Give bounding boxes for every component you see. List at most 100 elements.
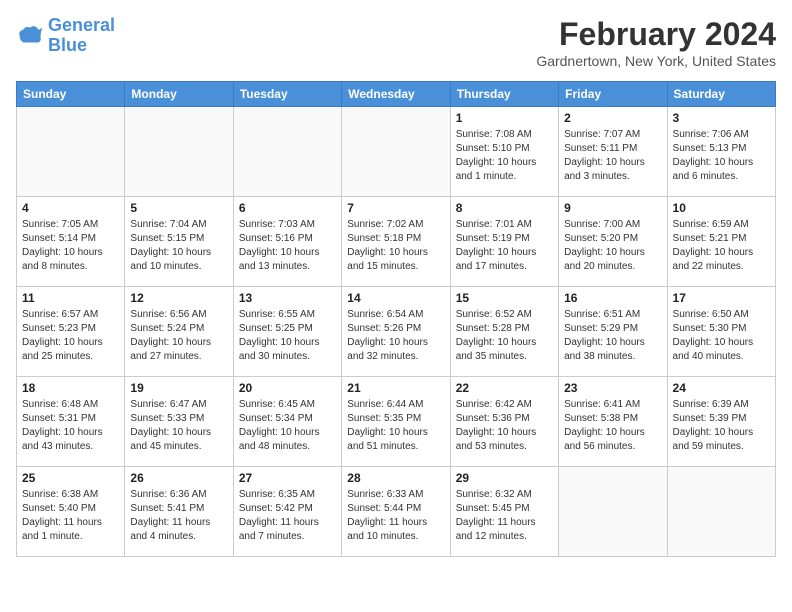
location: Gardnertown, New York, United States: [536, 53, 776, 69]
day-info: Sunrise: 6:56 AM Sunset: 5:24 PM Dayligh…: [130, 308, 227, 364]
day-number: 11: [22, 291, 119, 305]
day-number: 24: [673, 381, 770, 395]
day-number: 29: [456, 471, 553, 485]
day-cell-1-1: 5 Sunrise: 7:04 AM Sunset: 5:15 PM Daylig…: [125, 197, 233, 287]
page-header: General Blue February 2024 Gardnertown, …: [16, 16, 776, 69]
day-cell-3-4: 22Sunrise: 6:42 AM Sunset: 5:36 PM Dayli…: [450, 377, 558, 467]
day-info: Sunrise: 6:42 AM Sunset: 5:36 PM Dayligh…: [456, 398, 553, 454]
day-info: Sunrise: 6:52 AM Sunset: 5:28 PM Dayligh…: [456, 308, 553, 364]
week-row-2: 4 Sunrise: 7:05 AM Sunset: 5:14 PM Daylig…: [17, 197, 776, 287]
day-number: 3: [673, 111, 770, 125]
day-info: Sunrise: 6:35 AM Sunset: 5:42 PM Dayligh…: [239, 488, 336, 544]
day-number: 15: [456, 291, 553, 305]
col-tuesday: Tuesday: [233, 82, 341, 107]
day-info: Sunrise: 6:32 AM Sunset: 5:45 PM Dayligh…: [456, 488, 553, 544]
day-cell-0-4: 1 Sunrise: 7:08 AM Sunset: 5:10 PM Daylig…: [450, 107, 558, 197]
day-info: Sunrise: 6:51 AM Sunset: 5:29 PM Dayligh…: [564, 308, 661, 364]
day-number: 21: [347, 381, 444, 395]
month-year: February 2024: [536, 16, 776, 53]
day-cell-4-1: 26 Sunrise: 6:36 AM Sunset: 5:41 PM Dayli…: [125, 467, 233, 557]
day-info: Sunrise: 7:01 AM Sunset: 5:19 PM Dayligh…: [456, 218, 553, 274]
day-cell-0-5: 2 Sunrise: 7:07 AM Sunset: 5:11 PM Daylig…: [559, 107, 667, 197]
day-cell-3-1: 19 Sunrise: 6:47 AM Sunset: 5:33 PM Dayli…: [125, 377, 233, 467]
day-info: Sunrise: 6:59 AM Sunset: 5:21 PM Dayligh…: [673, 218, 770, 274]
day-info: Sunrise: 6:44 AM Sunset: 5:35 PM Dayligh…: [347, 398, 444, 454]
day-info: Sunrise: 7:08 AM Sunset: 5:10 PM Dayligh…: [456, 128, 553, 184]
day-cell-2-1: 12 Sunrise: 6:56 AM Sunset: 5:24 PM Dayli…: [125, 287, 233, 377]
col-saturday: Saturday: [667, 82, 775, 107]
day-cell-3-3: 21 Sunrise: 6:44 AM Sunset: 5:35 PM Dayli…: [342, 377, 450, 467]
day-cell-2-6: 17 Sunrise: 6:50 AM Sunset: 5:30 PM Dayli…: [667, 287, 775, 377]
day-cell-4-3: 28 Sunrise: 6:33 AM Sunset: 5:44 PM Dayli…: [342, 467, 450, 557]
day-number: 16: [564, 291, 661, 305]
col-sunday: Sunday: [17, 82, 125, 107]
day-number: 17: [673, 291, 770, 305]
day-number: 7: [347, 201, 444, 215]
day-info: Sunrise: 6:41 AM Sunset: 5:38 PM Dayligh…: [564, 398, 661, 454]
logo-wrapper: General Blue: [16, 16, 115, 56]
day-number: 2: [564, 111, 661, 125]
day-cell-3-2: 20 Sunrise: 6:45 AM Sunset: 5:34 PM Dayli…: [233, 377, 341, 467]
day-number: 14: [347, 291, 444, 305]
day-cell-4-2: 27 Sunrise: 6:35 AM Sunset: 5:42 PM Dayli…: [233, 467, 341, 557]
day-info: Sunrise: 7:00 AM Sunset: 5:20 PM Dayligh…: [564, 218, 661, 274]
day-cell-4-4: 29 Sunrise: 6:32 AM Sunset: 5:45 PM Dayli…: [450, 467, 558, 557]
day-number: 4: [22, 201, 119, 215]
day-info: Sunrise: 7:07 AM Sunset: 5:11 PM Dayligh…: [564, 128, 661, 184]
day-info: Sunrise: 6:50 AM Sunset: 5:30 PM Dayligh…: [673, 308, 770, 364]
day-cell-0-2: [233, 107, 341, 197]
day-cell-4-5: [559, 467, 667, 557]
col-friday: Friday: [559, 82, 667, 107]
day-info: Sunrise: 6:39 AM Sunset: 5:39 PM Dayligh…: [673, 398, 770, 454]
day-info: Sunrise: 6:36 AM Sunset: 5:41 PM Dayligh…: [130, 488, 227, 544]
day-info: Sunrise: 7:02 AM Sunset: 5:18 PM Dayligh…: [347, 218, 444, 274]
day-number: 28: [347, 471, 444, 485]
day-number: 1: [456, 111, 553, 125]
day-info: Sunrise: 6:33 AM Sunset: 5:44 PM Dayligh…: [347, 488, 444, 544]
day-info: Sunrise: 7:03 AM Sunset: 5:16 PM Dayligh…: [239, 218, 336, 274]
week-row-4: 18 Sunrise: 6:48 AM Sunset: 5:31 PM Dayli…: [17, 377, 776, 467]
day-cell-2-5: 16 Sunrise: 6:51 AM Sunset: 5:29 PM Dayli…: [559, 287, 667, 377]
day-number: 8: [456, 201, 553, 215]
day-number: 10: [673, 201, 770, 215]
day-cell-2-4: 15 Sunrise: 6:52 AM Sunset: 5:28 PM Dayli…: [450, 287, 558, 377]
day-cell-2-0: 11 Sunrise: 6:57 AM Sunset: 5:23 PM Dayli…: [17, 287, 125, 377]
day-number: 27: [239, 471, 336, 485]
week-row-1: 1 Sunrise: 7:08 AM Sunset: 5:10 PM Daylig…: [17, 107, 776, 197]
day-number: 18: [22, 381, 119, 395]
day-cell-1-3: 7 Sunrise: 7:02 AM Sunset: 5:18 PM Daylig…: [342, 197, 450, 287]
day-number: 13: [239, 291, 336, 305]
day-cell-1-0: 4 Sunrise: 7:05 AM Sunset: 5:14 PM Daylig…: [17, 197, 125, 287]
day-cell-2-3: 14 Sunrise: 6:54 AM Sunset: 5:26 PM Dayli…: [342, 287, 450, 377]
day-number: 5: [130, 201, 227, 215]
logo-text: General Blue: [48, 16, 115, 56]
day-number: 19: [130, 381, 227, 395]
day-info: Sunrise: 7:06 AM Sunset: 5:13 PM Dayligh…: [673, 128, 770, 184]
day-number: 23: [564, 381, 661, 395]
day-number: 20: [239, 381, 336, 395]
day-cell-3-5: 23 Sunrise: 6:41 AM Sunset: 5:38 PM Dayli…: [559, 377, 667, 467]
day-cell-4-6: [667, 467, 775, 557]
title-block: February 2024 Gardnertown, New York, Uni…: [536, 16, 776, 69]
day-cell-0-6: 3 Sunrise: 7:06 AM Sunset: 5:13 PM Daylig…: [667, 107, 775, 197]
day-info: Sunrise: 7:05 AM Sunset: 5:14 PM Dayligh…: [22, 218, 119, 274]
day-info: Sunrise: 6:54 AM Sunset: 5:26 PM Dayligh…: [347, 308, 444, 364]
day-number: 25: [22, 471, 119, 485]
day-number: 6: [239, 201, 336, 215]
logo-line1: General: [48, 15, 115, 35]
day-info: Sunrise: 6:45 AM Sunset: 5:34 PM Dayligh…: [239, 398, 336, 454]
day-info: Sunrise: 6:55 AM Sunset: 5:25 PM Dayligh…: [239, 308, 336, 364]
logo: General Blue: [16, 16, 115, 56]
day-cell-4-0: 25Sunrise: 6:38 AM Sunset: 5:40 PM Dayli…: [17, 467, 125, 557]
day-cell-1-2: 6 Sunrise: 7:03 AM Sunset: 5:16 PM Daylig…: [233, 197, 341, 287]
day-info: Sunrise: 6:48 AM Sunset: 5:31 PM Dayligh…: [22, 398, 119, 454]
day-info: Sunrise: 6:47 AM Sunset: 5:33 PM Dayligh…: [130, 398, 227, 454]
calendar-table: Sunday Monday Tuesday Wednesday Thursday…: [16, 81, 776, 557]
day-number: 9: [564, 201, 661, 215]
day-cell-1-4: 8 Sunrise: 7:01 AM Sunset: 5:19 PM Daylig…: [450, 197, 558, 287]
day-info: Sunrise: 6:57 AM Sunset: 5:23 PM Dayligh…: [22, 308, 119, 364]
day-info: Sunrise: 7:04 AM Sunset: 5:15 PM Dayligh…: [130, 218, 227, 274]
week-row-5: 25Sunrise: 6:38 AM Sunset: 5:40 PM Dayli…: [17, 467, 776, 557]
day-number: 12: [130, 291, 227, 305]
day-number: 26: [130, 471, 227, 485]
